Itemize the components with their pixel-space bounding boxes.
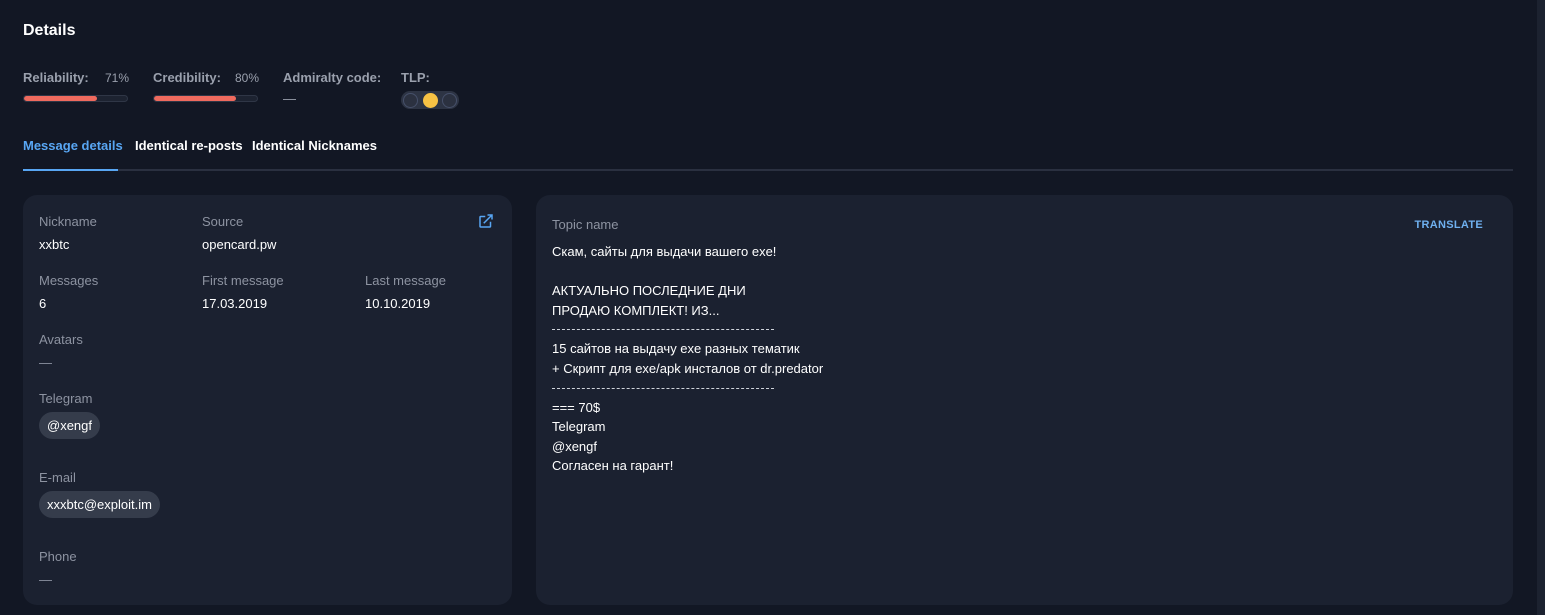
topic-card: Topic name TRANSLATE Скам, сайты для выд…: [536, 195, 1513, 605]
telegram-label: Telegram: [39, 391, 93, 406]
message-separator: [552, 387, 774, 389]
reliability-metric: Reliability: 71%: [23, 70, 129, 110]
telegram-chip[interactable]: @xengf: [39, 412, 100, 439]
last-message-label: Last message: [365, 273, 446, 288]
telegram-field: Telegram @xengf: [39, 391, 100, 439]
reliability-bar-fill: [24, 96, 98, 101]
first-message-value: 17.03.2019: [202, 296, 268, 311]
phone-field: Phone —: [39, 549, 77, 587]
messages-value: 6: [39, 296, 47, 311]
message-line: АКТУАЛЬНО ПОСЛЕДНИЕ ДНИ: [552, 283, 746, 299]
message-line: + Скрипт для exe/apk инсталов от dr.pred…: [552, 360, 824, 376]
reliability-label: Reliability:: [23, 70, 89, 85]
message-separator: [552, 329, 774, 331]
phone-label: Phone: [39, 549, 77, 564]
tlp-indicator: [401, 91, 459, 109]
messages-field: Messages 6: [39, 273, 98, 311]
messages-label: Messages: [39, 273, 99, 288]
phone-value: —: [39, 572, 52, 587]
email-chip[interactable]: xxxbtc@exploit.im: [39, 491, 160, 518]
message-line: ПРОДАЮ КОМПЛЕКТ! ИЗ...: [552, 302, 720, 318]
credibility-value: 80%: [234, 71, 259, 85]
nickname-label: Nickname: [39, 214, 97, 229]
message-line: 15 сайтов на выдачу exe разных тематик: [552, 341, 800, 357]
page-scrollbar[interactable]: [1537, 0, 1545, 615]
admiralty-value: —: [283, 91, 296, 106]
admiralty-metric: Admiralty code: —: [283, 70, 381, 110]
source-field: Source opencard.pw: [202, 214, 276, 252]
first-message-label: First message: [202, 273, 284, 288]
admiralty-label: Admiralty code:: [283, 70, 382, 85]
nickname-field: Nickname xxbtc: [39, 214, 97, 252]
topic-name-label: Topic name: [552, 217, 619, 232]
tab-identical-nicknames[interactable]: Identical Nicknames: [252, 138, 377, 153]
details-page: Details Reliability: 71% Credibility: 80…: [0, 0, 1545, 615]
translate-button[interactable]: TRANSLATE: [1415, 219, 1484, 231]
credibility-bar: [153, 95, 258, 102]
tlp-dot-green: [403, 92, 418, 108]
source-value: opencard.pw: [202, 237, 277, 252]
credibility-bar-fill: [154, 96, 237, 101]
email-field: E-mail xxxbtc@exploit.im: [39, 470, 160, 518]
tlp-dot-red: [442, 92, 457, 108]
message-line: === 70$: [552, 399, 601, 415]
external-link-icon[interactable]: [477, 212, 495, 230]
reliability-value: 71%: [104, 71, 129, 85]
nickname-value: xxbtc: [39, 237, 70, 252]
message-line: Telegram: [552, 419, 606, 435]
avatars-field: Avatars —: [39, 332, 83, 370]
tlp-dot-amber: [422, 92, 438, 108]
avatars-label: Avatars: [39, 332, 83, 347]
message-line: @xengf: [552, 438, 597, 454]
tlp-label: TLP:: [401, 70, 430, 85]
message-line: [552, 262, 1452, 282]
profile-card: Nickname xxbtc Source opencard.pw Messag…: [23, 195, 512, 605]
reliability-bar: [23, 95, 128, 102]
detail-tabs: Message details Identical re-posts Ident…: [23, 131, 1513, 171]
first-message-field: First message 17.03.2019: [202, 273, 284, 311]
tab-message-details[interactable]: Message details: [23, 138, 123, 153]
message-line: Согласен на гарант!: [552, 458, 674, 474]
page-title: Details: [23, 22, 76, 39]
last-message-value: 10.10.2019: [365, 296, 431, 311]
source-label: Source: [202, 214, 244, 229]
credibility-label: Credibility:: [153, 70, 221, 85]
active-tab-indicator: [23, 169, 118, 171]
tab-identical-reposts[interactable]: Identical re-posts: [135, 138, 243, 153]
credibility-metric: Credibility: 80%: [153, 70, 259, 110]
avatars-value: —: [39, 355, 52, 370]
message-body: Скам, сайты для выдачи вашего exe! АКТУАЛ…: [552, 242, 1452, 476]
message-line: Скам, сайты для выдачи вашего exe!: [552, 244, 777, 259]
tlp-metric: TLP:: [401, 70, 459, 110]
last-message-field: Last message 10.10.2019: [365, 273, 446, 311]
email-label: E-mail: [39, 470, 76, 485]
